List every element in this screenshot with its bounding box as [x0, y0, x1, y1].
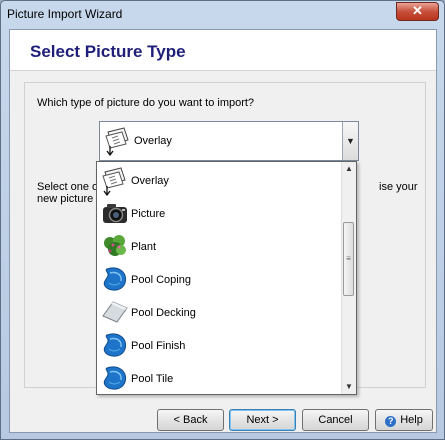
dropdown-scrollbar[interactable]: ▲ ≡ ▼ — [341, 162, 356, 394]
help-button[interactable]: ? Help — [375, 409, 433, 431]
page-title: Select Picture Type — [30, 42, 186, 61]
list-item-label: Pool Coping — [131, 274, 191, 286]
list-item-label: Pool Tile — [131, 373, 174, 385]
picture-type-dropdown[interactable]: Overlay Picture Plant Pool Coping Pool D… — [96, 161, 357, 395]
pool-decking-icon — [101, 298, 129, 326]
pool-coping-icon — [101, 265, 129, 293]
help-icon: ? — [385, 416, 397, 427]
window-title: Picture Import Wizard — [7, 7, 123, 21]
back-button[interactable]: < Back — [157, 409, 224, 431]
list-item-label: Overlay — [131, 175, 169, 187]
pool-tile-icon — [101, 364, 129, 392]
list-item[interactable]: Plant — [99, 230, 339, 263]
picture-type-select[interactable]: Overlay ▼ — [99, 121, 359, 161]
next-button[interactable]: Next > — [229, 409, 296, 431]
list-item[interactable]: Pool Finish — [99, 329, 339, 362]
question-label: Which type of picture do you want to imp… — [37, 97, 255, 109]
list-item-label: Picture — [131, 208, 166, 220]
chevron-down-icon[interactable]: ▼ — [342, 122, 358, 160]
camera-icon — [101, 199, 129, 227]
overlay-icon — [104, 126, 132, 159]
list-item[interactable]: Pool Decking — [99, 296, 339, 329]
pool-finish-icon — [101, 331, 129, 359]
info-text-right: ise your — [379, 181, 418, 193]
close-button[interactable]: ✕ — [396, 2, 439, 21]
list-item-label: Pool Finish — [131, 340, 186, 352]
list-item[interactable]: Overlay — [99, 164, 339, 197]
list-item-label: Pool Decking — [131, 307, 196, 319]
scroll-down-icon[interactable]: ▼ — [342, 380, 356, 394]
header-band: Select Picture Type — [10, 30, 436, 71]
list-item[interactable]: Pool Tile — [99, 362, 339, 394]
plant-icon — [101, 232, 129, 260]
title-bar[interactable]: Picture Import Wizard ✕ — [1, 1, 444, 29]
selected-value: Overlay — [134, 135, 172, 147]
overlay-icon — [101, 166, 129, 197]
list-item-label: Plant — [131, 241, 157, 253]
list-item[interactable]: Picture — [99, 197, 339, 230]
scroll-thumb[interactable]: ≡ — [343, 222, 354, 296]
help-button-label: Help — [400, 414, 423, 426]
list-item[interactable]: Pool Coping — [99, 263, 339, 296]
cancel-button[interactable]: Cancel — [302, 409, 369, 431]
scroll-up-icon[interactable]: ▲ — [342, 162, 356, 176]
close-icon: ✕ — [412, 3, 423, 18]
